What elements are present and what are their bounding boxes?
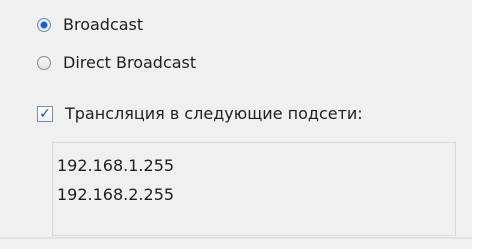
checkbox-checked-icon[interactable]: ✓ [37, 105, 53, 122]
bottom-divider [0, 237, 472, 239]
radio-selected-icon[interactable] [37, 17, 51, 32]
direct-broadcast-option[interactable]: Direct Broadcast [37, 53, 196, 72]
radio-dot-icon [41, 21, 47, 28]
window-edge [472, 0, 483, 249]
radio-unselected-icon[interactable] [37, 55, 51, 70]
broadcast-option[interactable]: Broadcast [37, 15, 143, 34]
list-item[interactable]: 192.168.2.255 [57, 180, 455, 209]
subnet-listbox[interactable]: 192.168.1.255 192.168.2.255 [52, 142, 456, 236]
broadcast-label: Broadcast [63, 15, 144, 34]
list-item[interactable]: 192.168.1.255 [57, 151, 455, 180]
direct-broadcast-label: Direct Broadcast [63, 53, 197, 72]
subnets-checkbox-label: Трансляция в следующие подсети: [65, 104, 363, 123]
subnets-checkbox-row[interactable]: ✓ Трансляция в следующие подсети: [37, 104, 363, 123]
